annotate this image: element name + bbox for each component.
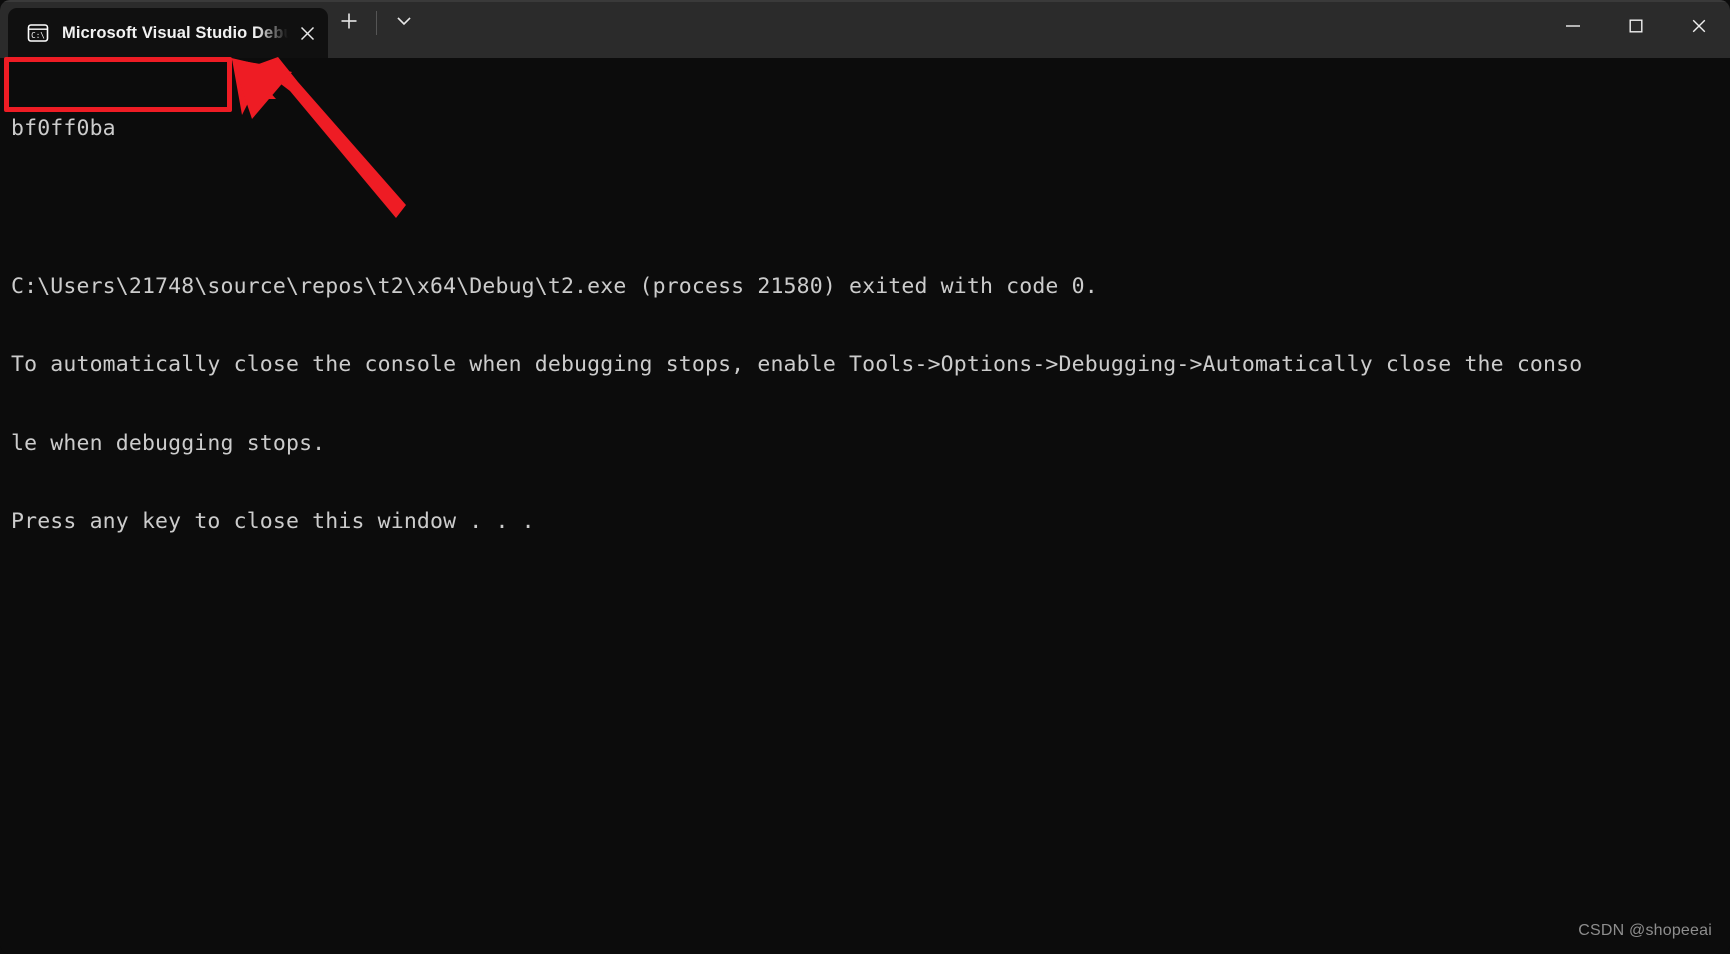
window-controls (1541, 0, 1730, 58)
tab-dropdown-button[interactable] (383, 4, 425, 42)
chevron-down-icon (395, 12, 413, 35)
minimize-button[interactable] (1541, 0, 1604, 56)
console-line: To automatically close the console when … (11, 352, 1583, 378)
svg-text:C:\: C:\ (31, 31, 45, 40)
watermark-text: CSDN @shopeeai (1578, 922, 1712, 939)
titlebar-drag-region[interactable] (425, 0, 1541, 58)
new-tab-button[interactable] (328, 4, 370, 42)
minimize-icon (1563, 16, 1583, 41)
console-cmd-icon: C:\ (26, 21, 50, 45)
tab-title: Microsoft Visual Studio Debug (62, 23, 288, 42)
title-bar: C:\ Microsoft Visual Studio Debug (0, 0, 1730, 58)
close-icon (1689, 16, 1709, 41)
tab-strip: C:\ Microsoft Visual Studio Debug (0, 0, 328, 58)
console-line: le when debugging stops. (11, 430, 326, 456)
tab-close-icon[interactable] (290, 16, 324, 50)
maximize-icon (1626, 16, 1646, 41)
window-close-button[interactable] (1667, 0, 1730, 56)
console-text-block: bf0ff0ba C:\Users\21748\source\repos\t2\… (11, 64, 1730, 588)
tab-actions (328, 0, 425, 58)
tab-visual-studio-debug-console[interactable]: C:\ Microsoft Visual Studio Debug (8, 8, 328, 58)
console-line: bf0ff0ba (11, 116, 116, 142)
maximize-button[interactable] (1604, 0, 1667, 56)
screenshot-root: C:\ Microsoft Visual Studio Debug bf0ff0… (0, 0, 1730, 954)
console-output-area[interactable]: bf0ff0ba C:\Users\21748\source\repos\t2\… (0, 58, 1730, 954)
console-line: C:\Users\21748\source\repos\t2\x64\Debug… (11, 273, 1098, 299)
console-line: Press any key to close this window . . . (11, 509, 535, 535)
plus-icon (339, 11, 359, 36)
tab-actions-separator (376, 11, 377, 35)
terminal-window: C:\ Microsoft Visual Studio Debug bf0ff0… (0, 0, 1730, 954)
